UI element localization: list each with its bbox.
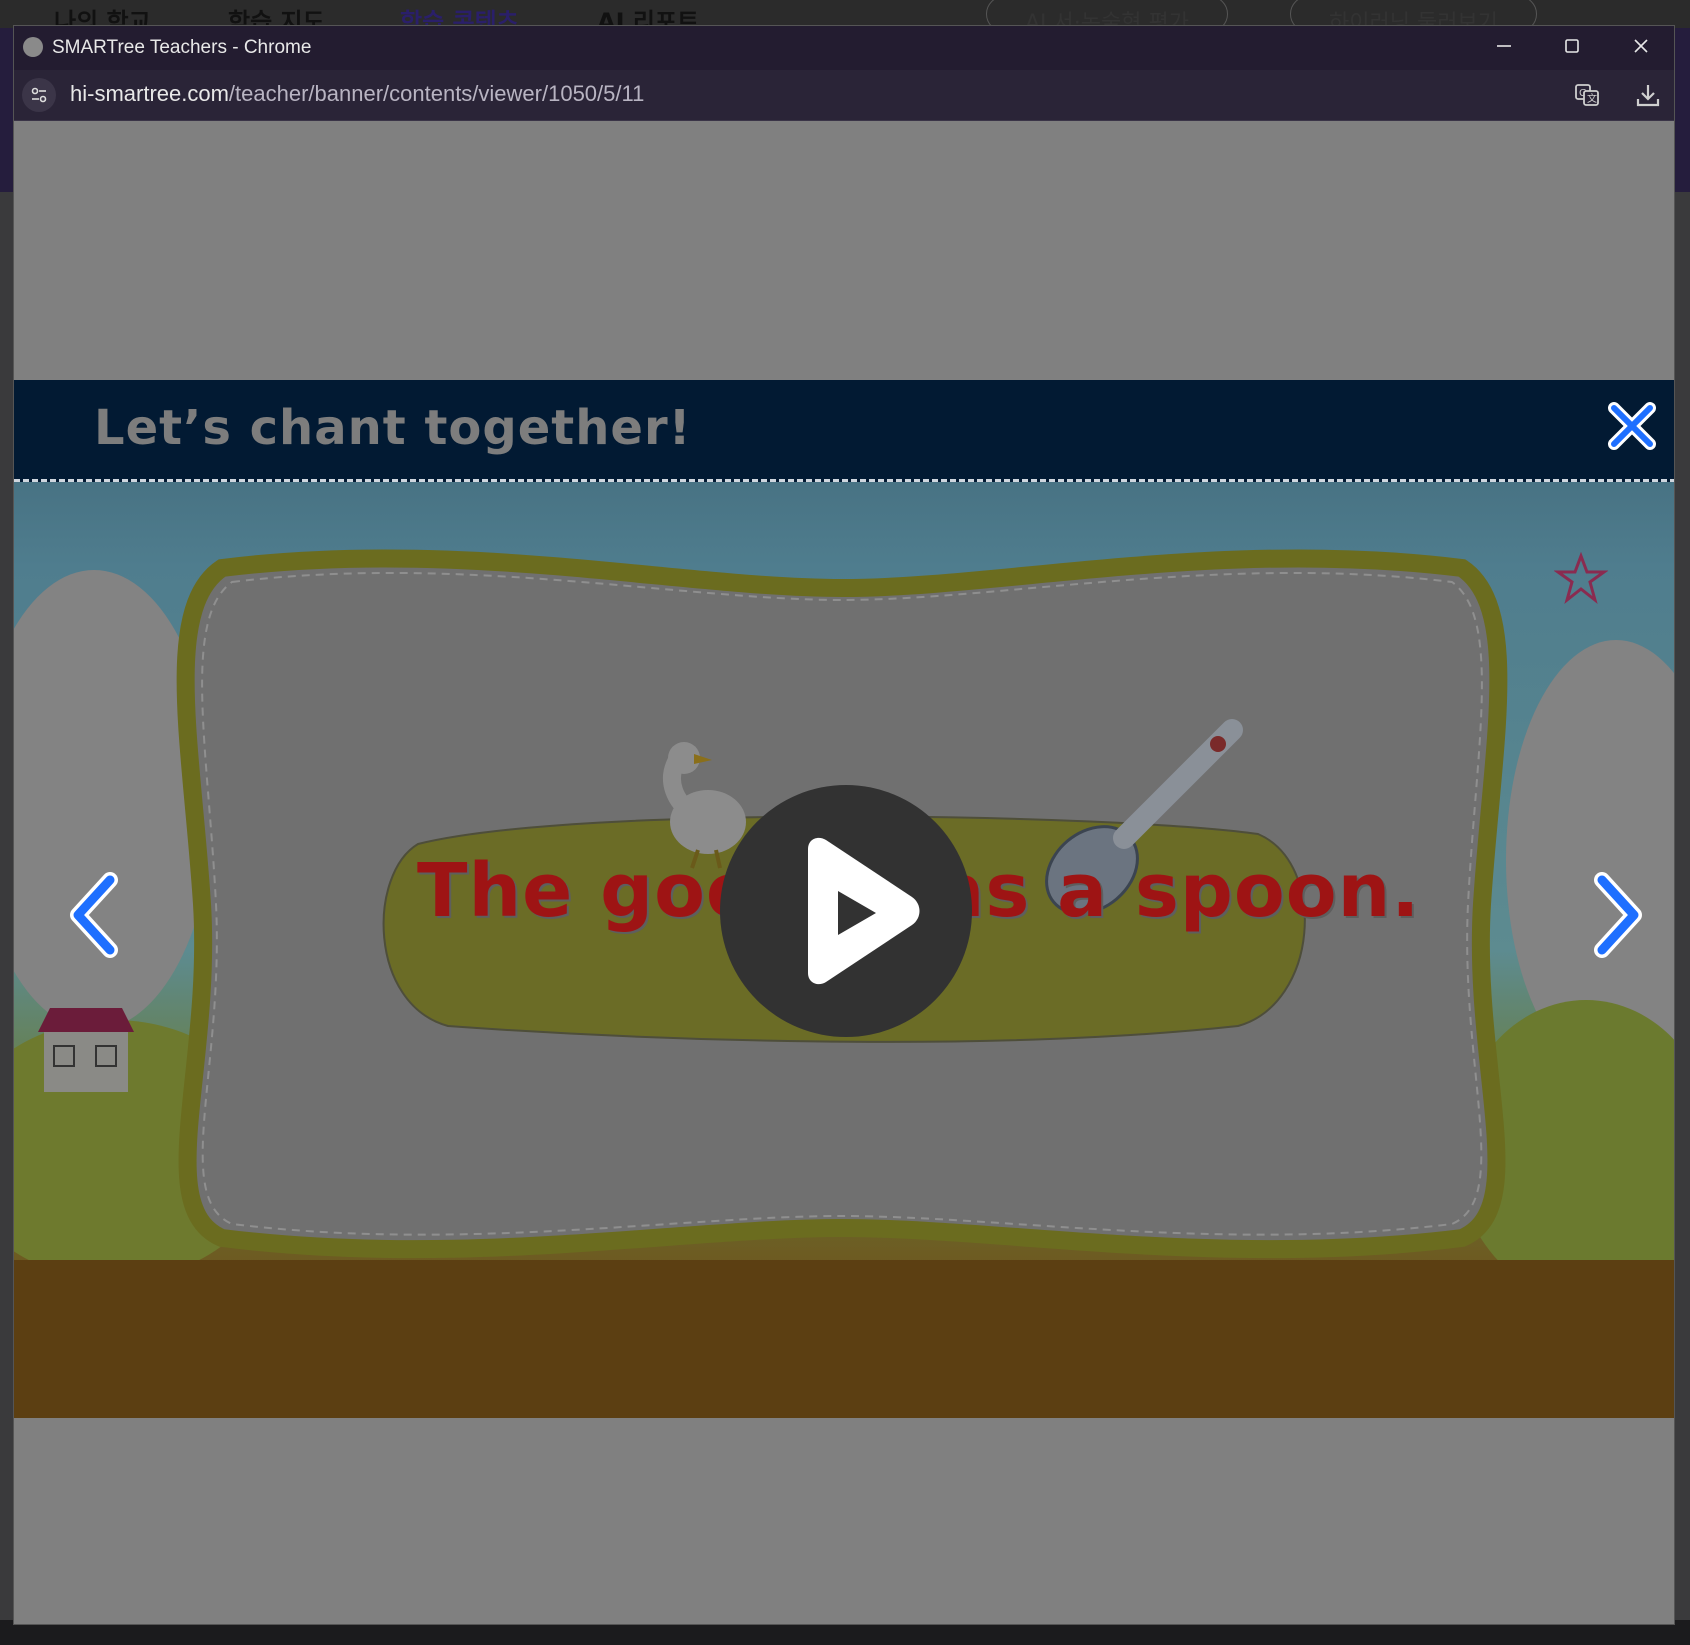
translate-button[interactable]: G 文 (1570, 78, 1604, 112)
play-icon (808, 837, 920, 985)
minimize-icon (1497, 45, 1511, 47)
previous-button[interactable] (62, 870, 132, 960)
viewer-header: Let’s chant together! (14, 380, 1674, 482)
play-button[interactable] (720, 785, 972, 1037)
translate-icon: G 文 (1575, 84, 1599, 106)
url-domain: hi-smartree.com (70, 81, 229, 106)
svg-text:文: 文 (1587, 92, 1597, 105)
close-window-button[interactable] (1607, 26, 1674, 70)
download-button[interactable] (1631, 78, 1665, 112)
maximize-button[interactable] (1538, 26, 1606, 70)
close-viewer-button[interactable] (1606, 400, 1658, 452)
maximize-icon (1565, 39, 1579, 53)
download-icon (1636, 85, 1660, 107)
background-nav: 나의 학교 학습 지도 학습 콘텐츠 AI 리포트 AI 서·논술형 평가 하이… (0, 0, 1690, 36)
minimize-button[interactable] (1470, 26, 1538, 70)
star-icon (1554, 552, 1608, 605)
viewer-title: Let’s chant together! (94, 400, 692, 456)
tune-icon (31, 87, 47, 103)
globe-icon (23, 37, 43, 57)
ground-decoration (14, 1260, 1674, 1418)
chrome-popup-window: SMARTree Teachers - Chrome hi-smartree.c… (13, 25, 1675, 1625)
house-icon (38, 1008, 134, 1092)
next-button[interactable] (1580, 870, 1650, 960)
url-field[interactable]: hi-smartree.com/teacher/banner/contents/… (70, 81, 644, 107)
window-title: SMARTree Teachers - Chrome (52, 37, 312, 58)
address-bar: hi-smartree.com/teacher/banner/contents/… (14, 70, 1674, 121)
chant-viewer: The goose has a spoon. Let’s chant toget… (14, 380, 1674, 1418)
close-icon (1634, 39, 1648, 53)
title-bar[interactable]: SMARTree Teachers - Chrome (14, 26, 1674, 70)
page-content: The goose has a spoon. Let’s chant toget… (14, 121, 1674, 1624)
url-path: /teacher/banner/contents/viewer/1050/5/1… (228, 81, 645, 106)
site-info-button[interactable] (22, 78, 56, 112)
